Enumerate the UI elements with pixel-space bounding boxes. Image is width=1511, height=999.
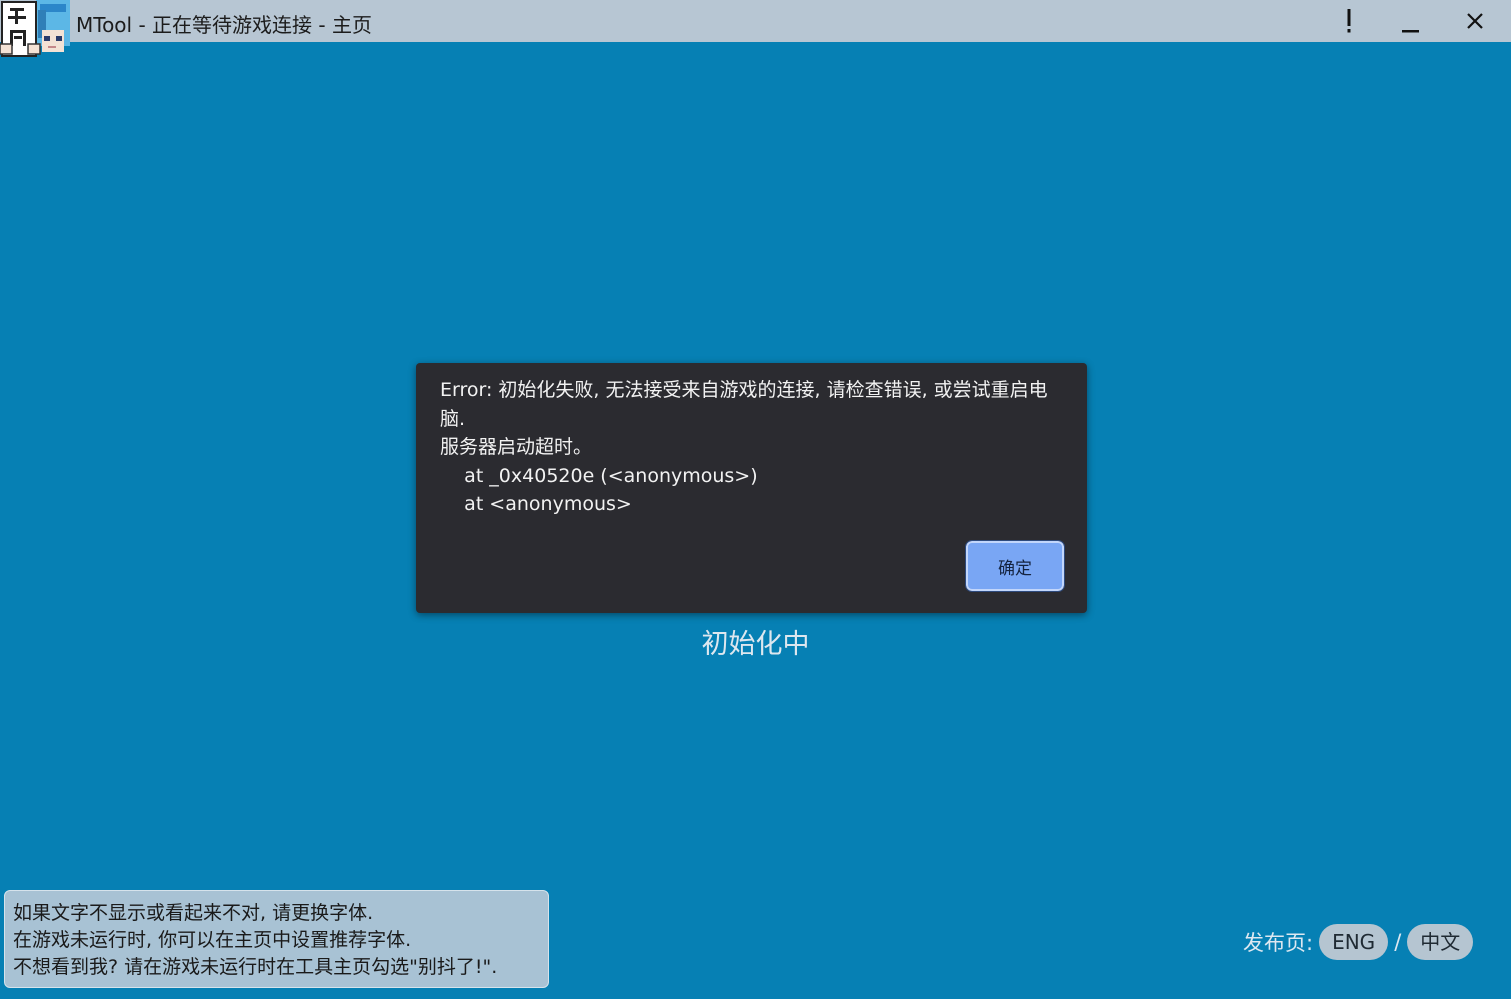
- release-label: 发布页:: [1243, 931, 1314, 955]
- font-notice-line: 在游戏未运行时, 你可以在主页中设置推荐字体.: [13, 929, 412, 951]
- release-eng-link[interactable]: ENG: [1319, 924, 1389, 960]
- window-title: MTool - 正在等待游戏连接 - 主页: [76, 13, 372, 37]
- ok-button[interactable]: 确定: [965, 540, 1065, 592]
- error-dialog: Error: 初始化失败, 无法接受来自游戏的连接, 请检查错误, 或尝试重启电…: [416, 363, 1087, 613]
- exclamation-icon[interactable]: [1318, 0, 1380, 42]
- error-message: Error: 初始化失败, 无法接受来自游戏的连接, 请检查错误, 或尝试重启电…: [440, 379, 1048, 515]
- font-notice[interactable]: 如果文字不显示或看起来不对, 请更换字体. 在游戏未运行时, 你可以在主页中设置…: [4, 890, 549, 988]
- release-separator: /: [1394, 930, 1402, 954]
- font-notice-line: 不想看到我? 请在游戏未运行时在工具主页勾选"别抖了!".: [13, 956, 498, 978]
- release-links: 发布页: ENG / 中文: [1243, 923, 1474, 961]
- mtool-pixel-avatar-icon: [0, 0, 70, 62]
- release-zh-link[interactable]: 中文: [1407, 924, 1474, 960]
- minimize-icon[interactable]: [1380, 0, 1442, 42]
- title-bar: MTool - 正在等待游戏连接 - 主页: [0, 0, 1511, 42]
- close-icon[interactable]: [1444, 0, 1506, 42]
- font-notice-line: 如果文字不显示或看起来不对, 请更换字体.: [13, 902, 374, 924]
- initializing-status: 初始化中: [701, 629, 810, 660]
